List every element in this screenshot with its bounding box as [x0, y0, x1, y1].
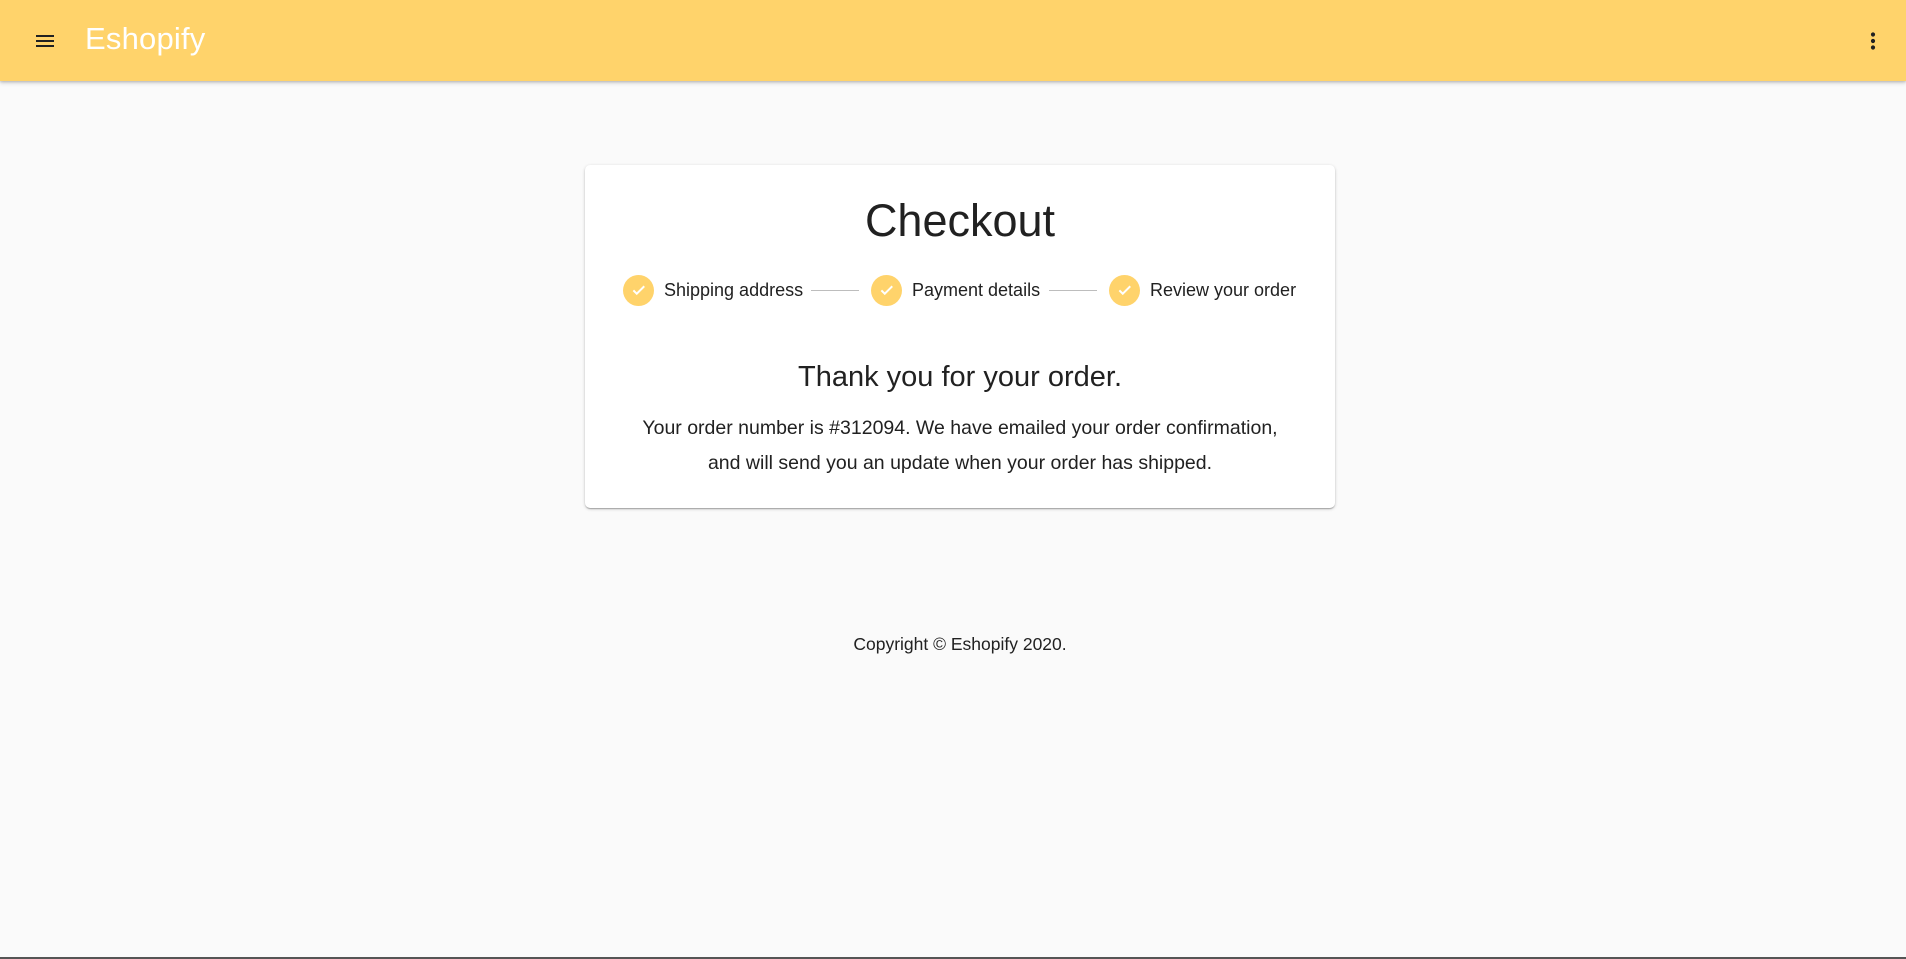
more-vertical-icon: [1870, 32, 1876, 50]
step-connector: [811, 290, 859, 291]
order-confirmation-message: Your order number is #312094. We have em…: [610, 411, 1310, 481]
menu-button[interactable]: [22, 18, 68, 64]
more-options-button[interactable]: [1850, 18, 1896, 64]
page-title: Checkout: [864, 195, 1056, 246]
check-circle-icon: [623, 274, 654, 306]
copyright-text: Copyright © Eshopify 2020.: [853, 634, 1067, 654]
message-line: and will send you an update when your or…: [707, 452, 1213, 474]
step-review-your-order: Review your order: [1109, 273, 1296, 307]
checkout-card: Checkout Shipping address Payment detail…: [585, 165, 1335, 508]
step-label: Review your order: [1150, 279, 1297, 300]
step-shipping-address: Shipping address: [623, 273, 803, 307]
step-label: Shipping address: [664, 279, 804, 300]
step-payment-details: Payment details: [871, 273, 1040, 307]
message-line: Your order number is #312094. We have em…: [642, 417, 1278, 439]
check-circle-icon: [1109, 274, 1140, 306]
app-brand-title: Eshopify: [85, 21, 206, 56]
app-bar: Eshopify: [0, 0, 1906, 81]
check-circle-icon: [871, 274, 902, 306]
step-connector: [1049, 290, 1097, 291]
step-label: Payment details: [912, 279, 1041, 300]
thank-you-heading: Thank you for your order.: [798, 361, 1122, 393]
hamburger-menu-icon: [36, 35, 54, 47]
